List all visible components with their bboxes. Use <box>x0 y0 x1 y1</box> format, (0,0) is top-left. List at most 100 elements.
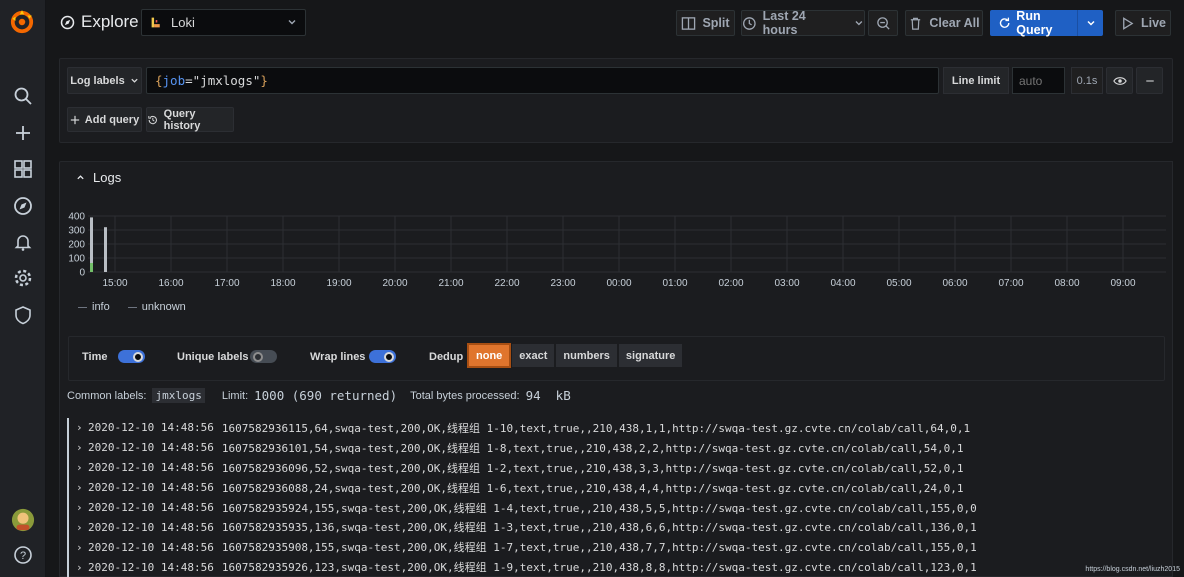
graph-legend: info unknown <box>78 301 186 313</box>
query-label-value: "jmxlogs" <box>192 73 261 88</box>
watermark: https://blog.csdn.net/liuzh2015 <box>1085 566 1180 573</box>
log-timestamp: 2020-12-10 14:48:56 <box>88 520 214 534</box>
sidebar: ? <box>0 0 46 577</box>
loki-logo-icon <box>151 17 160 28</box>
search-icon[interactable] <box>11 84 35 108</box>
legend-item-info[interactable]: info <box>78 301 110 313</box>
dedup-selector: none exact numbers signature <box>467 343 684 368</box>
x-tick-label: 08:00 <box>1054 278 1079 289</box>
limit-label: Limit: <box>221 389 249 402</box>
query-label-key: job <box>162 73 186 88</box>
query-input[interactable]: {job="jmxlogs"} <box>146 67 939 94</box>
query-operator: = <box>185 73 193 88</box>
clear-all-label: Clear All <box>929 16 980 30</box>
dedup-option-numbers[interactable]: numbers <box>555 343 618 368</box>
split-label: Split <box>702 16 730 30</box>
chevron-right-icon: › <box>76 441 83 455</box>
x-tick-label: 16:00 <box>158 278 183 289</box>
log-line: 1607582936096,52,swqa-test,200,OK,线程组 1-… <box>221 461 964 475</box>
x-tick-label: 09:00 <box>1110 278 1135 289</box>
log-line: 1607582935924,155,swqa-test,200,OK,线程组 1… <box>221 501 977 515</box>
live-button[interactable]: Live <box>1115 10 1171 36</box>
minus-icon <box>1145 79 1154 82</box>
bar-unknown <box>104 227 107 272</box>
dedup-option-none[interactable]: none <box>467 343 512 368</box>
gear-icon[interactable] <box>11 266 35 290</box>
shield-icon[interactable] <box>11 303 35 327</box>
y-tick-label: 300 <box>68 226 85 237</box>
avatar[interactable] <box>10 507 36 533</box>
chevron-up-icon <box>77 175 84 180</box>
log-labels-label: Log labels <box>70 74 125 87</box>
run-query-dropdown[interactable] <box>1078 18 1103 28</box>
datasource-name: Loki <box>171 15 195 30</box>
dashboards-icon[interactable] <box>11 157 35 181</box>
datasource-picker[interactable]: Loki <box>141 9 306 36</box>
log-row[interactable]: › 2020-12-10 14:48:56 1607582936096,52,swq… <box>67 457 1167 478</box>
x-tick-label: 00:00 <box>606 278 631 289</box>
unique-labels-toggle-label: Unique labels <box>177 351 249 363</box>
logs-collapse-toggle[interactable]: Logs <box>76 170 121 185</box>
wrap-lines-toggle[interactable] <box>369 350 396 363</box>
log-row[interactable]: › 2020-12-10 14:48:56 1607582935926,123,sw… <box>67 557 1167 577</box>
x-tick-label: 22:00 <box>494 278 519 289</box>
explore-compass-icon[interactable] <box>11 194 35 218</box>
log-row[interactable]: › 2020-12-10 14:48:56 1607582936088,24,swq… <box>67 477 1167 498</box>
logs-title: Logs <box>93 170 122 185</box>
logs-panel: Logs 400 300 200 100 0 15:00 16:00 17:00 18:00 19… <box>59 161 1173 577</box>
log-line: 1607582935908,155,swqa-test,200,OK,线程组 1… <box>221 541 977 555</box>
time-range-label: Last 24 hours <box>762 9 806 37</box>
common-labels-label: Common labels: <box>67 389 147 402</box>
toggle-query-visibility-button[interactable] <box>1106 67 1133 94</box>
y-tick-label: 400 <box>68 212 85 223</box>
zoom-out-button[interactable] <box>868 10 898 36</box>
unique-labels-toggle[interactable] <box>250 350 277 363</box>
chevron-down-icon <box>131 78 138 83</box>
help-icon[interactable]: ? <box>11 543 35 567</box>
dedup-option-signature[interactable]: signature <box>617 343 684 368</box>
split-button[interactable]: Split <box>676 10 735 36</box>
grafana-logo-icon[interactable] <box>8 8 36 36</box>
log-row[interactable]: › 2020-12-10 14:48:56 1607582936101,54,swq… <box>67 437 1167 458</box>
time-toggle[interactable] <box>118 350 145 363</box>
log-labels-button[interactable]: Log labels <box>67 67 142 94</box>
split-icon <box>682 16 696 30</box>
run-query-main[interactable]: Run Query <box>990 9 1078 37</box>
query-brace-open: { <box>155 73 163 88</box>
x-tick-label: 18:00 <box>270 278 295 289</box>
chevron-down-icon <box>855 21 863 26</box>
logs-volume-graph: 400 300 200 100 0 15:00 16:00 17:00 18:00 19:00 20… <box>68 212 1166 289</box>
log-row[interactable]: › 2020-12-10 14:48:56 1607582936115,64,swq… <box>67 418 1167 438</box>
legend-item-unknown[interactable]: unknown <box>127 301 186 313</box>
log-line: 1607582935935,136,swqa-test,200,OK,线程组 1… <box>221 521 977 535</box>
play-icon <box>1123 16 1134 30</box>
time-toggle-label: Time <box>82 351 108 363</box>
dedup-option-exact[interactable]: exact <box>511 343 556 368</box>
clear-all-button[interactable]: Clear All <box>905 10 983 36</box>
log-rows: › 2020-12-10 14:48:56 1607582936115,64,swq… <box>67 418 1167 577</box>
run-query-button[interactable]: Run Query <box>990 9 1103 37</box>
log-line: 1607582935926,123,swqa-test,200,OK,线程组 1… <box>221 561 977 575</box>
x-tick-label: 03:00 <box>774 278 799 289</box>
x-tick-label: 02:00 <box>718 278 743 289</box>
y-tick-label: 100 <box>68 254 85 265</box>
log-row[interactable]: › 2020-12-10 14:48:56 1607582935908,155,sw… <box>67 537 1167 558</box>
line-limit-input[interactable] <box>1012 67 1065 94</box>
query-history-button[interactable]: Query history <box>146 107 234 132</box>
zoom-out-icon <box>876 16 890 30</box>
add-query-button[interactable]: Add query <box>67 107 142 132</box>
history-icon <box>148 115 157 124</box>
plus-icon <box>70 115 79 124</box>
bytes-label: Total bytes processed: <box>410 389 520 402</box>
bell-icon[interactable] <box>11 230 35 254</box>
time-range-picker[interactable]: Last 24 hours <box>741 9 865 37</box>
log-row[interactable]: › 2020-12-10 14:48:56 1607582935924,155,sw… <box>67 497 1167 518</box>
x-tick-label: 23:00 <box>550 278 575 289</box>
x-tick-label: 07:00 <box>998 278 1023 289</box>
plus-icon[interactable] <box>11 121 35 145</box>
common-label-chip: jmxlogs <box>152 388 205 403</box>
remove-query-button[interactable] <box>1136 67 1163 94</box>
log-line: 1607582936115,64,swqa-test,200,OK,线程组 1-… <box>221 421 971 435</box>
log-row[interactable]: › 2020-12-10 14:48:56 1607582935935,136,sw… <box>67 517 1167 538</box>
log-line: 1607582936088,24,swqa-test,200,OK,线程组 1-… <box>221 481 964 495</box>
